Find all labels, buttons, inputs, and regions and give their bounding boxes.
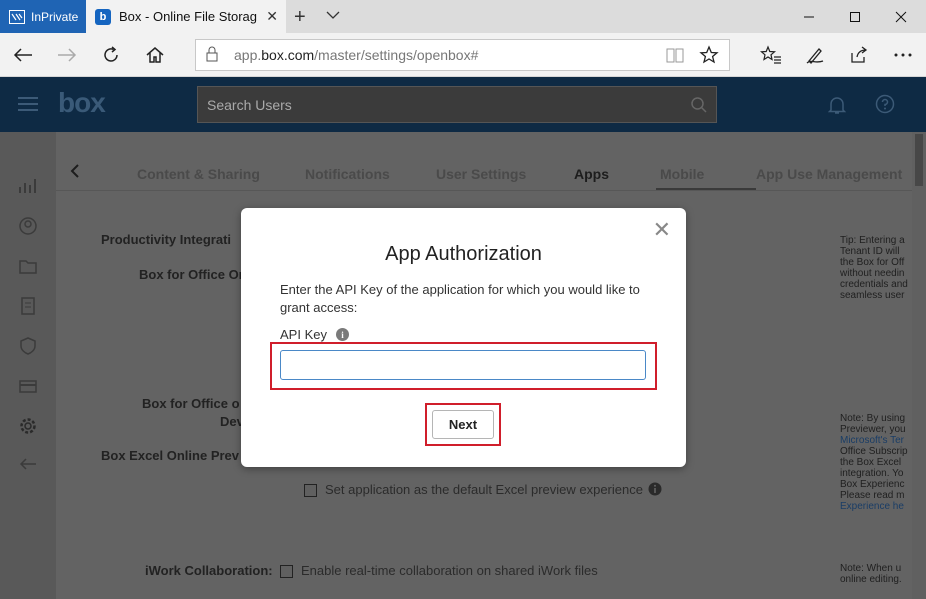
maximize-icon[interactable] [832, 0, 878, 33]
tip2-line: Note: By using [840, 413, 906, 424]
tip1-line: credentials and [840, 279, 908, 290]
iwork-option: Enable real-time collaboration on shared… [301, 563, 598, 578]
back-arrow-icon[interactable] [8, 41, 38, 69]
notification-bell-icon[interactable] [827, 95, 847, 118]
modal-close-icon[interactable]: ✕ [653, 219, 671, 241]
web-note-pen-icon[interactable] [800, 41, 830, 69]
tip-box-2: Note: By using Previewer, you Microsoft'… [840, 413, 912, 512]
excel-default-option: Set application as the default Excel pre… [325, 482, 643, 497]
tab-apps[interactable]: Apps [574, 166, 609, 182]
inprivate-icon [9, 9, 25, 24]
hamburger-menu-icon[interactable] [18, 97, 38, 114]
api-key-input[interactable] [280, 350, 646, 380]
browser-tab[interactable]: b Box - Online File Storag ✕ [86, 0, 286, 33]
url-path: /master/settings/openbox# [314, 47, 479, 63]
tab-user-settings[interactable]: User Settings [436, 166, 526, 182]
tip1-line: without needin [840, 268, 905, 279]
tab-title: Box - Online File Storag [119, 9, 258, 24]
admin-left-nav [0, 132, 56, 599]
lock-icon [206, 46, 218, 65]
box-for-office-dev-label-1: Box for Office o [142, 396, 240, 411]
tab-notifications[interactable]: Notifications [305, 166, 390, 182]
iwork-checkbox[interactable] [280, 565, 293, 578]
tip2-line: Previewer, you [840, 424, 906, 435]
tabs-divider [56, 190, 912, 191]
tip2-line: the Box Excel [840, 457, 902, 468]
billing-card-icon[interactable] [17, 375, 39, 397]
api-key-label-row: API Key i [280, 327, 349, 342]
section-title: Productivity Integrati [101, 232, 232, 247]
tip1-line: the Box for Off [840, 257, 905, 268]
tip2-line: integration. Yo [840, 468, 904, 479]
window-close-icon[interactable] [878, 0, 924, 33]
tip2-line: Box Experienc [840, 479, 905, 490]
search-icon[interactable] [690, 96, 708, 117]
minimize-icon[interactable] [786, 0, 832, 33]
tip-box-3: Note: When u online editing. [840, 563, 912, 585]
reading-view-icon[interactable] [665, 46, 685, 67]
tip1-line: Tip: Entering a [840, 235, 905, 246]
more-options-icon[interactable] [888, 41, 918, 69]
share-icon[interactable] [844, 41, 874, 69]
inprivate-badge: InPrivate [0, 0, 86, 33]
tab-mobile[interactable]: Mobile [660, 166, 704, 182]
new-tab-icon[interactable]: + [294, 6, 306, 29]
tip2-line: Office Subscrip [840, 446, 908, 457]
tip1-line: seamless user [840, 290, 905, 301]
url-host: box.com [261, 47, 315, 63]
excel-preview-label: Box Excel Online Prev [101, 448, 240, 463]
folder-icon[interactable] [17, 255, 39, 277]
settings-gear-icon[interactable] [17, 415, 39, 437]
refresh-icon[interactable] [96, 41, 126, 69]
tip1-line: Tenant ID will [840, 246, 900, 257]
tab-close-icon[interactable]: ✕ [266, 8, 278, 25]
microsoft-terms-link[interactable]: Microsoft's Ter [840, 435, 912, 446]
forward-arrow-icon[interactable] [52, 41, 82, 69]
help-icon[interactable] [875, 94, 895, 117]
tabs-scroll-left-icon[interactable] [70, 164, 80, 181]
favorites-hub-icon[interactable] [756, 41, 786, 69]
tip-box-1: Tip: Entering a Tenant ID will the Box f… [840, 235, 912, 301]
tip2-line: Please read m [840, 490, 905, 501]
settings-tabs: Content & Sharing Notifications User Set… [56, 162, 912, 192]
excel-default-checkbox[interactable] [304, 484, 317, 497]
page-scrollbar[interactable] [912, 132, 926, 599]
browser-tab-bar: InPrivate b Box - Online File Storag ✕ + [0, 0, 926, 33]
app-authorization-modal: ✕ App Authorization Enter the API Key of… [241, 208, 686, 467]
inprivate-label: InPrivate [31, 9, 79, 24]
tab-list-chevron-icon[interactable] [326, 8, 340, 23]
excel-info-icon[interactable] [648, 482, 662, 499]
shield-icon[interactable] [17, 335, 39, 357]
modal-title: App Authorization [385, 243, 542, 265]
tip3-line: Note: When u [840, 563, 902, 574]
exit-arrow-icon[interactable] [17, 453, 39, 475]
box-for-office-label: Box for Office Or [139, 267, 244, 282]
iwork-label: iWork Collaboration: [145, 563, 273, 578]
home-icon[interactable] [140, 41, 170, 69]
info-icon[interactable]: i [335, 328, 349, 341]
box-app-header: box Search Users [0, 77, 926, 132]
reports-chart-icon[interactable] [17, 175, 39, 197]
tab-app-use-management[interactable]: App Use Management [756, 166, 902, 182]
address-bar[interactable]: app. box.com/master/settings/openbox# [195, 39, 730, 71]
modal-description: Enter the API Key of the application for… [280, 282, 640, 315]
search-users-input[interactable]: Search Users [197, 86, 717, 123]
search-placeholder: Search Users [207, 96, 292, 113]
url-prefix: app. [234, 47, 262, 63]
favorite-star-icon[interactable] [699, 45, 719, 68]
content-document-icon[interactable] [17, 295, 39, 317]
tab-content-sharing[interactable]: Content & Sharing [137, 166, 260, 182]
scrollbar-thumb[interactable] [915, 134, 923, 186]
box-favicon-icon: b [95, 8, 111, 25]
tip3-line: online editing. [840, 574, 902, 585]
users-icon[interactable] [17, 215, 39, 237]
next-button[interactable]: Next [432, 410, 494, 439]
experience-link[interactable]: Experience he [840, 501, 912, 512]
box-logo[interactable]: box [58, 87, 106, 119]
browser-nav-bar: app. box.com/master/settings/openbox# [0, 33, 926, 77]
api-key-label: API Key [280, 327, 327, 342]
